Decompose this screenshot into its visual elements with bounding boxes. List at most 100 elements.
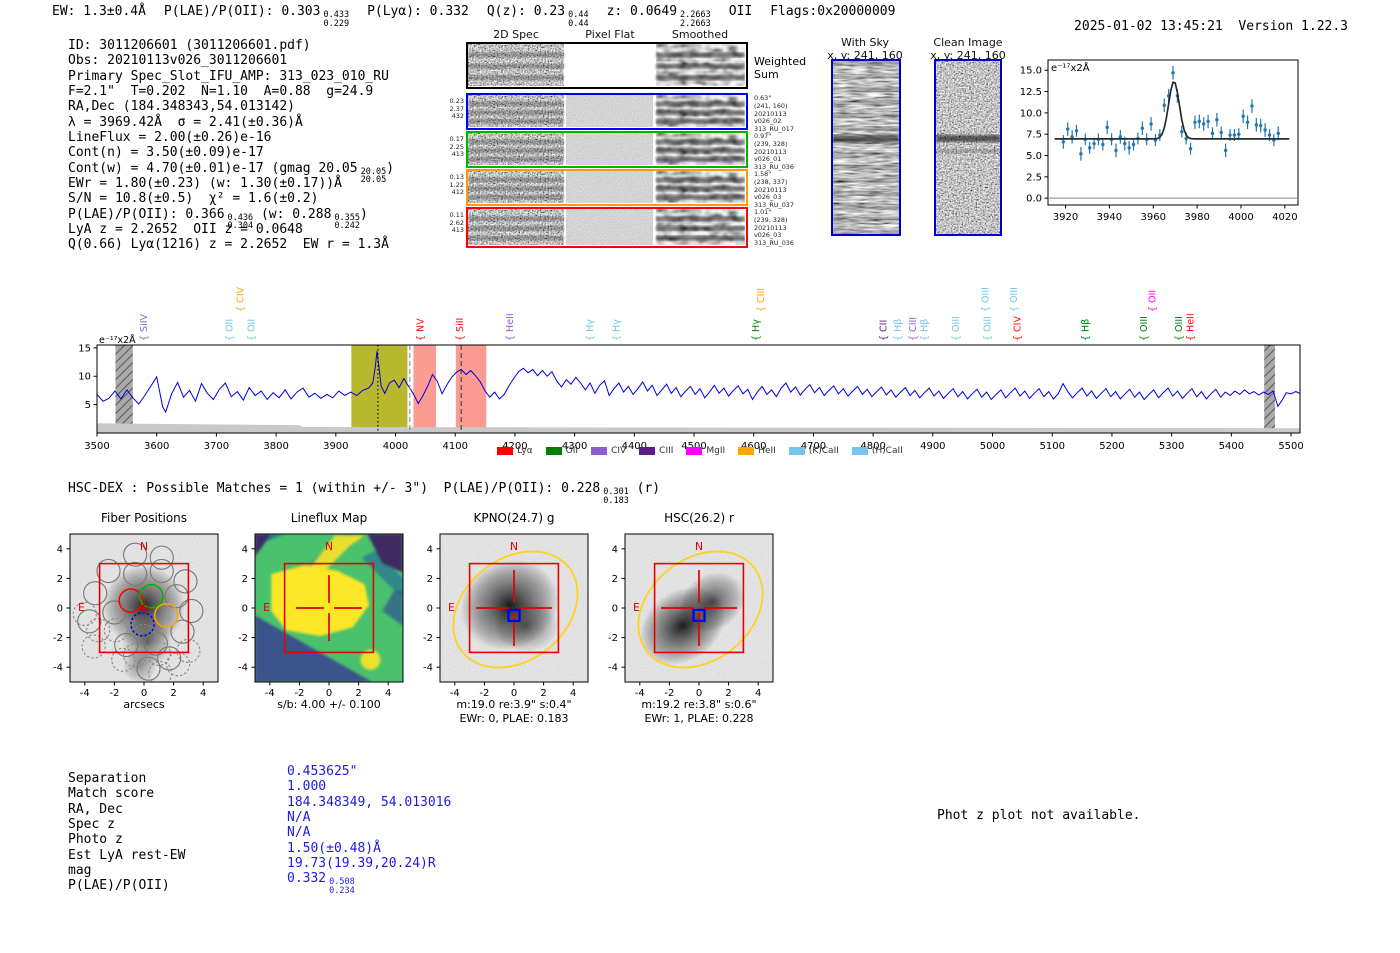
main-x-tick: 3800 bbox=[263, 441, 288, 452]
twod-spectra-panel: 2D Spec Pixel Flat Smoothed Weighted Sum 0.23… bbox=[440, 28, 860, 258]
cutout-xlabel: m:19.2 re:3.8" s:0.6" bbox=[641, 698, 756, 711]
cutout-y-tick: -2 bbox=[423, 633, 433, 644]
cutout-y-tick: -4 bbox=[608, 663, 618, 674]
twod-column-title: Smoothed bbox=[671, 28, 729, 41]
data-point bbox=[1127, 146, 1131, 150]
twod-row-annotation: 0.63" (241, 160) 20210113 v026_02 313_RU_017 bbox=[754, 94, 794, 134]
report-version: Version 1.22.3 bbox=[1238, 19, 1348, 34]
emission-line-label: { OIII bbox=[980, 287, 991, 312]
text-segment: Q(z): 0.23 bbox=[486, 4, 566, 19]
info-line: LineFlux = 2.00(±0.26)e-16 bbox=[68, 130, 394, 145]
main-y-tick: 15 bbox=[78, 343, 91, 354]
cutout-fiber: Fiber PositionsNE-4-4-2-2002244arcsecs bbox=[53, 511, 219, 711]
legend-label: HeII bbox=[758, 446, 776, 456]
cutout-x-tick: -4 bbox=[80, 688, 90, 699]
match-table-labels: Separation Match score RA, Dec Spec z Photo … bbox=[68, 771, 186, 895]
data-point bbox=[1259, 123, 1263, 128]
twod-row-left-labels: 0.11 2.62 413 bbox=[449, 211, 464, 235]
stacked-fraction: 0.508 0.234 bbox=[329, 877, 355, 896]
data-point bbox=[1180, 129, 1184, 134]
compass-north: N bbox=[695, 540, 703, 553]
legend-label: Lyα bbox=[517, 446, 533, 456]
legend-item: (H)CaII bbox=[851, 446, 903, 456]
main-x-tick: 5200 bbox=[1099, 441, 1124, 452]
text-segment: z: 0.0649 bbox=[606, 4, 678, 19]
match-row-label: Match score bbox=[68, 786, 155, 802]
stacked-fraction: 20.05 20.05 bbox=[360, 166, 387, 186]
text-segment: 1.000 bbox=[287, 779, 327, 795]
main-x-tick: 5400 bbox=[1219, 441, 1244, 452]
compass-east: E bbox=[78, 601, 85, 614]
cutout-y-tick: 2 bbox=[57, 574, 63, 585]
legend-swatch bbox=[497, 447, 514, 455]
text-segment: Primary Spec_Slot_IFU_AMP: 313_023_010_R… bbox=[68, 68, 389, 84]
match-row-label: Est LyA rest-EW bbox=[68, 847, 186, 863]
twod-row-images bbox=[468, 95, 745, 127]
emission-line-label: { SiIV bbox=[139, 313, 150, 341]
match-row-label: Spec z bbox=[68, 817, 115, 833]
inset-x-tick: 3920 bbox=[1053, 212, 1078, 223]
header-stat: P(Lyα): 0.332 bbox=[367, 4, 469, 19]
text-segment: P(LAE)/P(OII): 0.303 bbox=[163, 4, 321, 19]
header-stat: Flags:0x20000009 bbox=[770, 4, 895, 19]
emission-line-label: { OIII bbox=[1139, 316, 1150, 341]
legend-item: MgII bbox=[686, 446, 725, 456]
data-point bbox=[1188, 147, 1193, 151]
data-point bbox=[1074, 129, 1079, 133]
text-segment: LyA z = 2.2652 OII z = 0.0648 bbox=[68, 222, 303, 238]
spec-image-cell bbox=[566, 209, 653, 245]
text-segment: S/N = 10.8(±0.5) χ² = 1.6(±0.2) bbox=[68, 191, 319, 207]
legend-swatch bbox=[686, 447, 703, 455]
hatched-band bbox=[115, 345, 133, 433]
inset-y-tick: 2.5 bbox=[1026, 172, 1042, 183]
olive-detection-band bbox=[351, 345, 408, 433]
inset-x-tick: 3940 bbox=[1097, 212, 1122, 223]
spectrum-legend: Lyα OII CIV CIII MgII HeII (K)CaII (H)CaII bbox=[440, 446, 960, 456]
sky-panel-title: With Sky bbox=[841, 36, 889, 49]
legend-label: MgII bbox=[706, 446, 726, 456]
compass-east: E bbox=[633, 601, 640, 614]
text-segment: λ = 3969.42Å σ = 2.41(±0.36)Å bbox=[68, 114, 303, 130]
cutout-y-tick: -2 bbox=[608, 633, 618, 644]
cutout-y-tick: 4 bbox=[427, 544, 433, 555]
match-row-value: 0.453625" bbox=[287, 764, 451, 780]
cutout-y-tick: 2 bbox=[612, 574, 618, 585]
header-stats: EW: 1.3±0.4Å P(LAE)/P(OII): 0.303 0.433 0.2… bbox=[52, 4, 913, 28]
inset-unit-label: e⁻¹⁷x2Å bbox=[1051, 61, 1090, 74]
main-x-tick: 3500 bbox=[84, 441, 109, 452]
emission-line-label: { Hγ bbox=[751, 319, 762, 341]
data-point bbox=[1237, 132, 1241, 136]
cutout-y-tick: -2 bbox=[53, 633, 63, 644]
inset-y-tick: 15.0 bbox=[1020, 66, 1042, 77]
spec-image-cell bbox=[566, 133, 653, 165]
main-x-tick: 5500 bbox=[1278, 441, 1303, 452]
info-line: Cont(n) = 3.50(±0.09)e-17 bbox=[68, 145, 394, 160]
cutout-y-tick: 4 bbox=[612, 544, 618, 555]
cutout-image: KPNO(24.7) gNE-4-4-2-2002244m:19.0 re:3.… bbox=[423, 511, 589, 725]
info-line: RA,Dec (184.348343,54.013142) bbox=[68, 99, 394, 114]
emission-line-label: { CIV bbox=[1013, 316, 1024, 341]
twod-row-images bbox=[468, 44, 745, 86]
twod-row bbox=[466, 42, 748, 89]
legend-item: OII bbox=[545, 446, 578, 456]
cutout-y-tick: 2 bbox=[427, 574, 433, 585]
cutout-y-tick: 0 bbox=[57, 604, 63, 615]
header-stat: P(LAE)/P(OII): 0.303 0.433 0.229 bbox=[164, 4, 349, 28]
stacked-fraction: 0.44 0.44 bbox=[568, 10, 589, 29]
main-x-tick: 4000 bbox=[383, 441, 408, 452]
inset-x-tick: 4000 bbox=[1228, 212, 1253, 223]
match-row-value: 0.332 0.508 0.234 bbox=[287, 871, 451, 895]
cutout-x-tick: -4 bbox=[265, 688, 275, 699]
text-segment: 0.332 bbox=[287, 871, 327, 887]
cutout-x-tick: 2 bbox=[170, 688, 176, 699]
match-row-value: 184.348349, 54.013016 bbox=[287, 795, 451, 811]
header-stat: z: 0.0649 2.2663 2.2663 bbox=[607, 4, 711, 28]
cutout-x-tick: 4 bbox=[385, 688, 391, 699]
data-point bbox=[1245, 120, 1250, 124]
cutout-x-tick: -2 bbox=[109, 688, 119, 699]
match-row-value: 1.50(±0.48)Å bbox=[287, 841, 451, 857]
data-point bbox=[1105, 125, 1109, 130]
legend-label: CIV bbox=[611, 446, 627, 456]
inset-x-tick: 3980 bbox=[1184, 212, 1209, 223]
match-row-label: Separation bbox=[68, 771, 147, 786]
